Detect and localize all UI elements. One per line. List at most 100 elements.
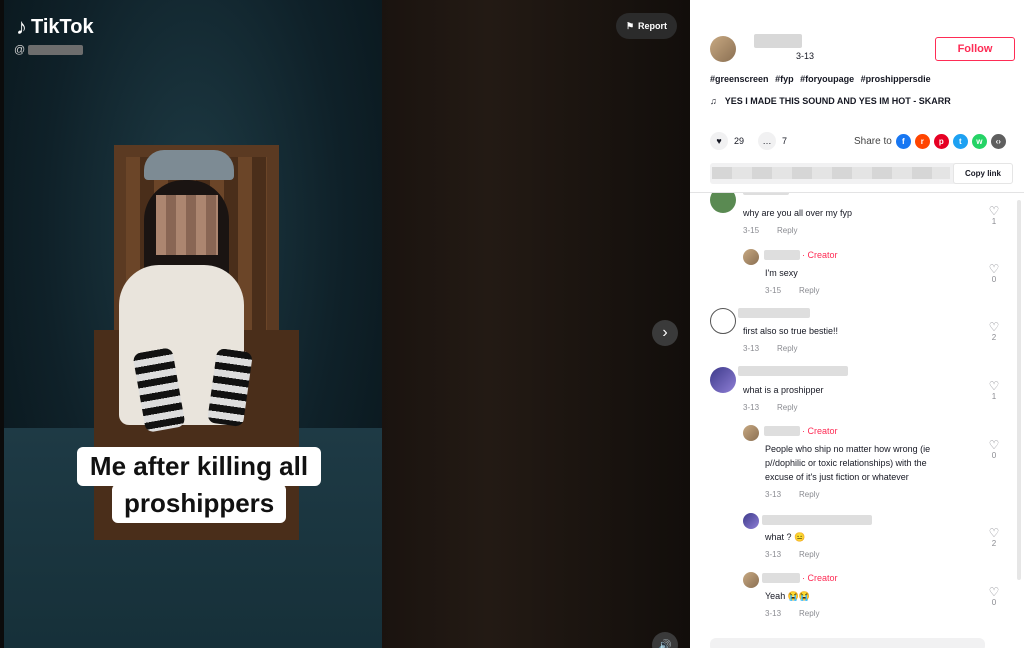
tiktok-brand-text: TikTok (31, 15, 94, 38)
comment-like-count: 2 (991, 333, 997, 342)
creator-avatar[interactable] (743, 425, 759, 441)
creator-name-blur[interactable] (762, 573, 800, 583)
heart-icon: ♥ (710, 132, 728, 150)
flag-icon: ⚑ (625, 20, 635, 31)
reddit-icon[interactable]: r (914, 133, 930, 149)
helmet-image (144, 150, 234, 180)
reply-button[interactable]: Reply (799, 550, 819, 559)
hashtag-link[interactable]: #greenscreen (710, 74, 769, 84)
comment-like[interactable]: ♡ 1 (984, 380, 1004, 401)
copy-link-button[interactable]: Copy link (953, 163, 1013, 184)
hashtag-link[interactable]: #foryoupage (800, 74, 854, 84)
author-avatar[interactable] (710, 36, 736, 62)
reply-text-line: People who ship no matter how wrong (ie (765, 444, 931, 454)
heart-outline-icon: ♡ (988, 320, 1000, 334)
heart-outline-icon: ♡ (988, 204, 1000, 218)
details-panel: 3-13 Follow #greenscreen #fyp #foryoupag… (690, 0, 1024, 648)
reply-like[interactable]: ♡ 0 (984, 439, 1004, 460)
commenter-avatar[interactable] (710, 193, 736, 213)
pixelated-face (156, 195, 218, 255)
whatsapp-icon[interactable]: w (971, 133, 987, 149)
comment-text: what is a proshipper (743, 385, 824, 395)
heart-outline-icon: ♡ (988, 438, 1000, 452)
reply-like[interactable]: ♡ 0 (984, 586, 1004, 607)
next-video-button[interactable]: › (652, 320, 678, 346)
reply-like-count: 0 (991, 598, 997, 607)
reply-like[interactable]: ♡ 0 (984, 263, 1004, 284)
creator-badge: · Creator (802, 250, 838, 260)
comment-input[interactable] (710, 638, 985, 648)
creator-name-blur[interactable] (764, 250, 800, 260)
heart-outline-icon: ♡ (988, 262, 1000, 276)
post-date: 3-13 (796, 51, 815, 61)
hashtag-link[interactable]: #fyp (775, 74, 794, 84)
author-name-blur[interactable] (754, 34, 802, 48)
commenter-name-blur[interactable] (762, 515, 872, 525)
reply-text: Yeah 😭😭 (765, 591, 811, 601)
video-caption-line1: Me after killing all (77, 447, 321, 486)
comment-like[interactable]: ♡ 2 (984, 321, 1004, 342)
creator-badge: · Creator (802, 573, 838, 583)
handle-blur (28, 45, 84, 55)
reply-button[interactable]: Reply (777, 344, 797, 353)
reply-like[interactable]: ♡ 2 (984, 527, 1004, 548)
hashtag-link[interactable]: #proshippersdie (861, 74, 931, 84)
share-link-row: Copy link (710, 163, 1013, 184)
reply-item: what ? 😑 3-13 Reply ♡ 2 (690, 509, 1024, 564)
tiktok-note-icon: ♪ (16, 14, 27, 39)
video-frame[interactable]: Me after killing all proshippers (4, 0, 382, 648)
reply-button[interactable]: Reply (799, 286, 819, 295)
reply-button[interactable]: Reply (799, 490, 819, 499)
pinterest-icon[interactable]: p (933, 133, 949, 149)
follow-button[interactable]: Follow (935, 37, 1015, 61)
reply-date: 3-13 (765, 550, 782, 559)
embed-icon[interactable]: ‹› (990, 133, 1006, 149)
creator-avatar[interactable] (743, 249, 759, 265)
reply-button[interactable]: Reply (777, 403, 797, 412)
reply-text-line: p//dophilic or toxic relationships) with… (765, 458, 927, 468)
reply-text: what ? 😑 (765, 532, 806, 542)
comments-list: why are you all over my fyp 3-15 Reply ♡… (690, 193, 1024, 633)
share-to-label: Share to (854, 135, 892, 147)
heart-outline-icon: ♡ (988, 585, 1000, 599)
commenter-avatar[interactable] (743, 513, 759, 529)
commenter-name-blur[interactable] (738, 308, 810, 318)
reply-meta: 3-15 Reply (765, 286, 819, 295)
comment-like[interactable]: ♡ 1 (984, 205, 1004, 226)
like-stat[interactable]: ♥ 29 (710, 132, 744, 150)
report-button[interactable]: ⚑ Report (616, 13, 677, 39)
commenter-avatar[interactable] (710, 367, 736, 393)
stats-row: ♥ 29 … 7 Share to f r p t w ‹› (710, 131, 1014, 151)
comment-item: why are you all over my fyp 3-15 Reply ♡… (690, 193, 1024, 243)
comment-text: why are you all over my fyp (743, 208, 853, 218)
commenter-name-blur[interactable] (743, 193, 789, 195)
facebook-icon[interactable]: f (895, 133, 911, 149)
twitter-icon[interactable]: t (952, 133, 968, 149)
heart-outline-icon: ♡ (988, 526, 1000, 540)
reply-button[interactable]: Reply (777, 226, 797, 235)
comment-icon: … (758, 132, 777, 150)
comment-meta: 3-13 Reply (743, 344, 797, 353)
commenter-name-blur[interactable] (738, 366, 848, 376)
comment-like-count: 1 (991, 217, 997, 226)
comments-scrollbar[interactable] (1017, 200, 1021, 580)
video-player[interactable]: Me after killing all proshippers ♪ TikTo… (0, 0, 690, 648)
comment-stat[interactable]: … 7 (758, 132, 787, 150)
reply-date: 3-15 (765, 286, 782, 295)
reply-item: · Creator Yeah 😭😭 3-13 Reply ♡ 0 (690, 568, 1024, 623)
music-title: YES I MADE THIS SOUND AND YES IM HOT - S… (724, 96, 951, 106)
speaker-icon: 🔊 (658, 639, 672, 648)
commenter-avatar[interactable] (710, 308, 736, 334)
music-link[interactable]: ♫ YES I MADE THIS SOUND AND YES IM HOT -… (710, 96, 951, 106)
reply-item: · Creator I'm sexy 3-15 Reply ♡ 0 (690, 245, 1024, 300)
hashtags: #greenscreen #fyp #foryoupage #proshippe… (710, 74, 935, 84)
reply-text: I'm sexy (765, 268, 798, 278)
creator-avatar[interactable] (743, 572, 759, 588)
reply-like-count: 2 (991, 539, 997, 548)
creator-name-blur[interactable] (764, 426, 800, 436)
reply-button[interactable]: Reply (799, 609, 819, 618)
report-label: Report (638, 21, 668, 31)
comment-count: 7 (782, 136, 788, 146)
comment-item: what is a proshipper 3-13 Reply ♡ 1 (690, 363, 1024, 418)
tiktok-logo[interactable]: ♪ TikTok (16, 14, 94, 40)
